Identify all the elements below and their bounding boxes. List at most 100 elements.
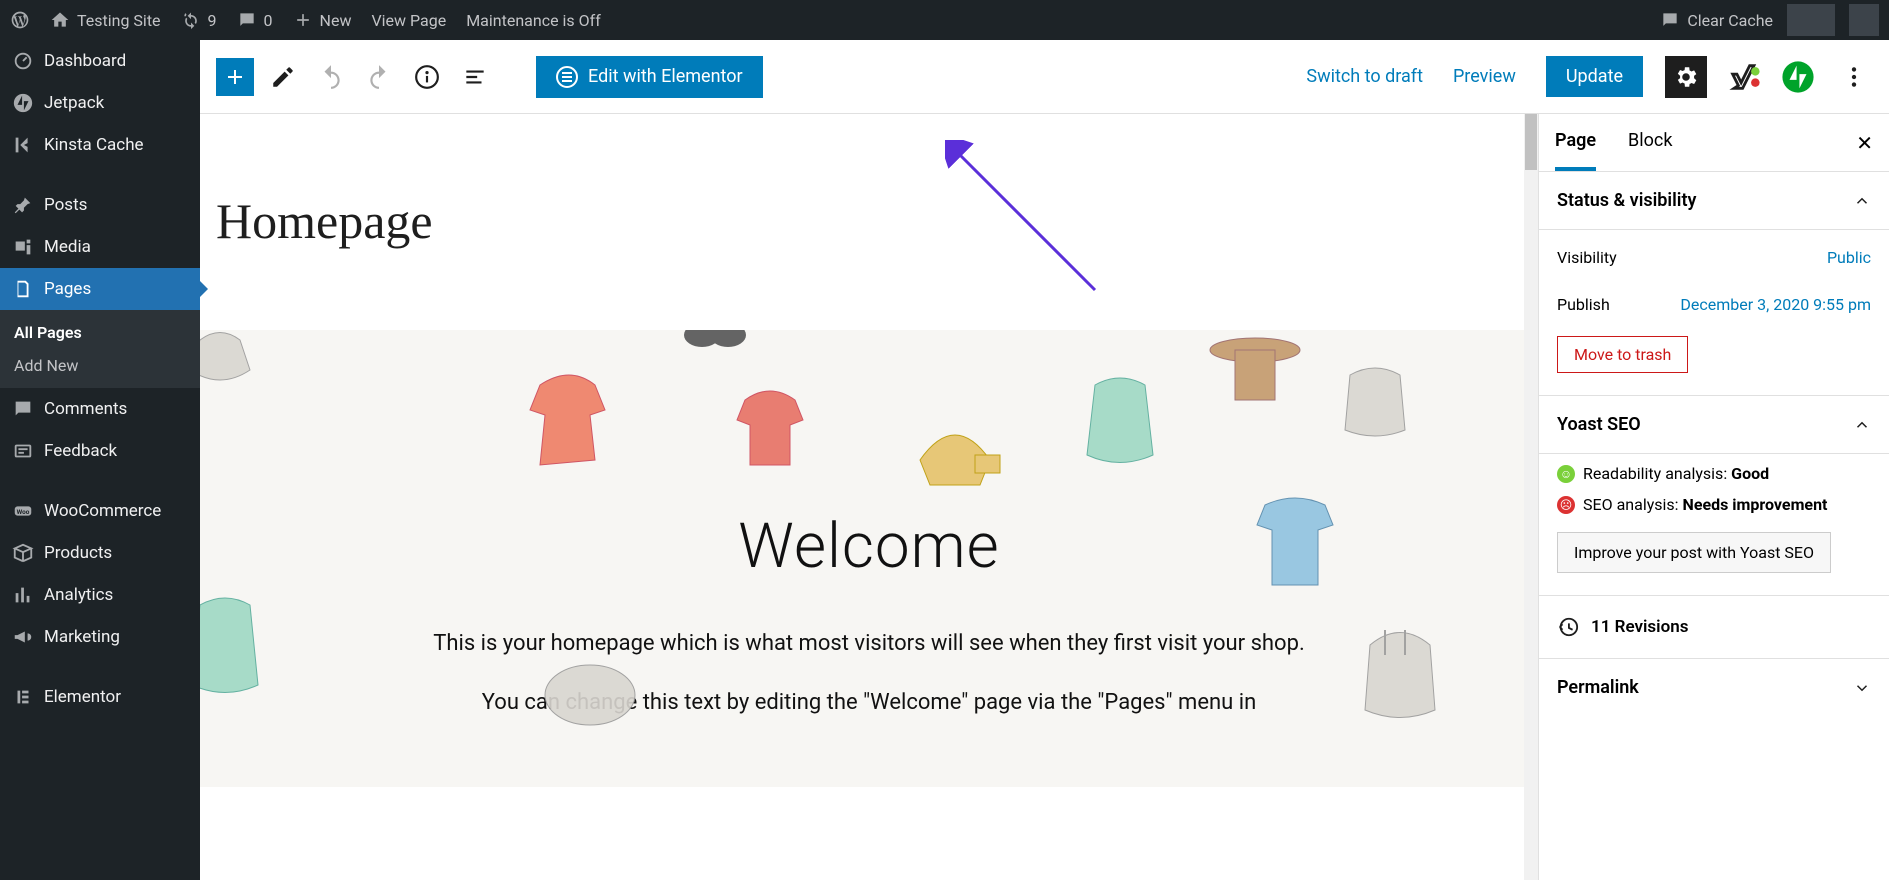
page-title[interactable]: Homepage [216,192,1538,250]
seo-row: ☹ SEO analysis: Needs improvement [1557,489,1871,520]
cloth-decoration [200,590,280,710]
woo-icon: Woo [12,500,34,522]
list-icon [462,64,488,90]
editor: Edit with Elementor Switch to draft Prev… [200,40,1889,880]
settings-tabs: Page Block ✕ [1539,114,1889,172]
history-icon [1557,616,1579,638]
sidebar-item-woocommerce[interactable]: Woo WooCommerce [0,490,200,532]
sidebar-item-feedback[interactable]: Feedback [0,430,200,472]
redo-icon [366,64,392,90]
sidebar-item-marketing[interactable]: Marketing [0,616,200,658]
undo-button[interactable] [312,58,350,96]
sidebar-item-posts[interactable]: Posts [0,184,200,226]
comment-icon [237,10,257,30]
new-content[interactable]: New [293,10,352,30]
settings-button[interactable] [1665,56,1707,98]
tab-page[interactable]: Page [1555,114,1596,171]
jetpack-icon [12,92,34,114]
revisions-row[interactable]: 11 Revisions [1539,596,1889,659]
site-name-label: Testing Site [77,11,161,30]
svg-text:Woo: Woo [17,508,30,516]
cloth-decoration [200,330,290,420]
sidebar-item-products[interactable]: Products [0,532,200,574]
smile-icon: ☺ [1557,465,1575,483]
pin-icon [12,194,34,216]
switch-to-draft-link[interactable]: Switch to draft [1306,66,1423,87]
elementor-logo-icon [556,66,578,88]
preview-link[interactable]: Preview [1453,66,1516,87]
cloth-decoration [1350,620,1450,730]
cloth-decoration [900,400,1010,500]
scrollbar-thumb[interactable] [1525,114,1537,170]
tab-block[interactable]: Block [1628,114,1672,171]
updates[interactable]: 9 [181,10,217,30]
hero-block[interactable]: Welcome This is your homepage which is w… [200,330,1538,787]
feedback-icon [12,440,34,462]
megaphone-icon [12,626,34,648]
visibility-label: Visibility [1557,248,1617,267]
analytics-icon [12,584,34,606]
admin-sidebar: Dashboard Jetpack Kinsta Cache Posts Med… [0,40,200,880]
kinsta-icon [12,134,34,156]
products-icon [12,542,34,564]
submenu-add-new[interactable]: Add New [0,349,200,382]
yoast-icon[interactable] [1727,60,1761,94]
editor-canvas[interactable]: Homepage Welcome This is yo [200,114,1538,880]
plus-icon [223,65,247,89]
hero-paragraph: This is your homepage which is what most… [240,629,1498,660]
info-button[interactable] [408,58,446,96]
settings-panel: Page Block ✕ Status & visibility Visibil… [1538,114,1889,880]
sidebar-item-jetpack[interactable]: Jetpack [0,82,200,124]
media-icon [12,236,34,258]
editor-toolbar: Edit with Elementor Switch to draft Prev… [200,40,1889,114]
edit-mode-button[interactable] [264,58,302,96]
chevron-up-icon [1853,192,1871,210]
redo-button[interactable] [360,58,398,96]
readability-row: ☺ Readability analysis: Good [1557,458,1871,489]
hero-paragraph: You can change this text by editing the … [240,688,1498,719]
maintenance-status[interactable]: Maintenance is Off [466,11,601,30]
permalink-toggle[interactable]: Permalink [1539,659,1889,716]
dashboard-icon [12,50,34,72]
scrollbar[interactable] [1524,114,1538,880]
yoast-seo-toggle[interactable]: Yoast SEO [1539,396,1889,454]
yoast-seo-body: ☺ Readability analysis: Good ☹ SEO analy… [1539,454,1889,596]
improve-yoast-button[interactable]: Improve your post with Yoast SEO [1557,532,1831,573]
jetpack-boost-icon[interactable] [1781,60,1815,94]
add-block-button[interactable] [216,58,254,96]
clear-cache[interactable]: Clear Cache [1660,10,1773,30]
plus-icon [293,10,313,30]
cloth-decoration [1240,490,1350,610]
admin-bar: Testing Site 9 0 New View Page Maintenan… [0,0,1889,40]
pages-icon [12,278,34,300]
more-options-button[interactable] [1835,58,1873,96]
updates-count: 9 [208,11,217,30]
sidebar-item-pages[interactable]: Pages [0,268,200,310]
status-visibility-toggle[interactable]: Status & visibility [1539,172,1889,230]
home-icon [50,10,70,30]
submenu-all-pages[interactable]: All Pages [0,316,200,349]
wp-logo[interactable] [10,10,30,30]
elementor-icon [12,686,34,708]
edit-with-elementor-button[interactable]: Edit with Elementor [536,56,763,98]
status-visibility-body: Visibility Public Publish December 3, 20… [1539,230,1889,396]
sidebar-item-analytics[interactable]: Analytics [0,574,200,616]
admin-bar-box [1787,4,1835,36]
site-name[interactable]: Testing Site [50,10,161,30]
sidebar-item-dashboard[interactable]: Dashboard [0,40,200,82]
publish-label: Publish [1557,295,1610,314]
sidebar-item-elementor[interactable]: Elementor [0,676,200,718]
sidebar-item-kinsta[interactable]: Kinsta Cache [0,124,200,166]
view-page[interactable]: View Page [371,11,446,30]
cloth-decoration [1070,370,1170,480]
sidebar-item-media[interactable]: Media [0,226,200,268]
sidebar-item-comments[interactable]: Comments [0,388,200,430]
outline-button[interactable] [456,58,494,96]
refresh-icon [181,10,201,30]
update-button[interactable]: Update [1546,56,1643,97]
close-settings-button[interactable]: ✕ [1856,131,1873,155]
comments-count[interactable]: 0 [237,10,273,30]
visibility-value[interactable]: Public [1827,248,1871,267]
move-to-trash-button[interactable]: Move to trash [1557,336,1688,373]
publish-value[interactable]: December 3, 2020 9:55 pm [1680,295,1871,314]
